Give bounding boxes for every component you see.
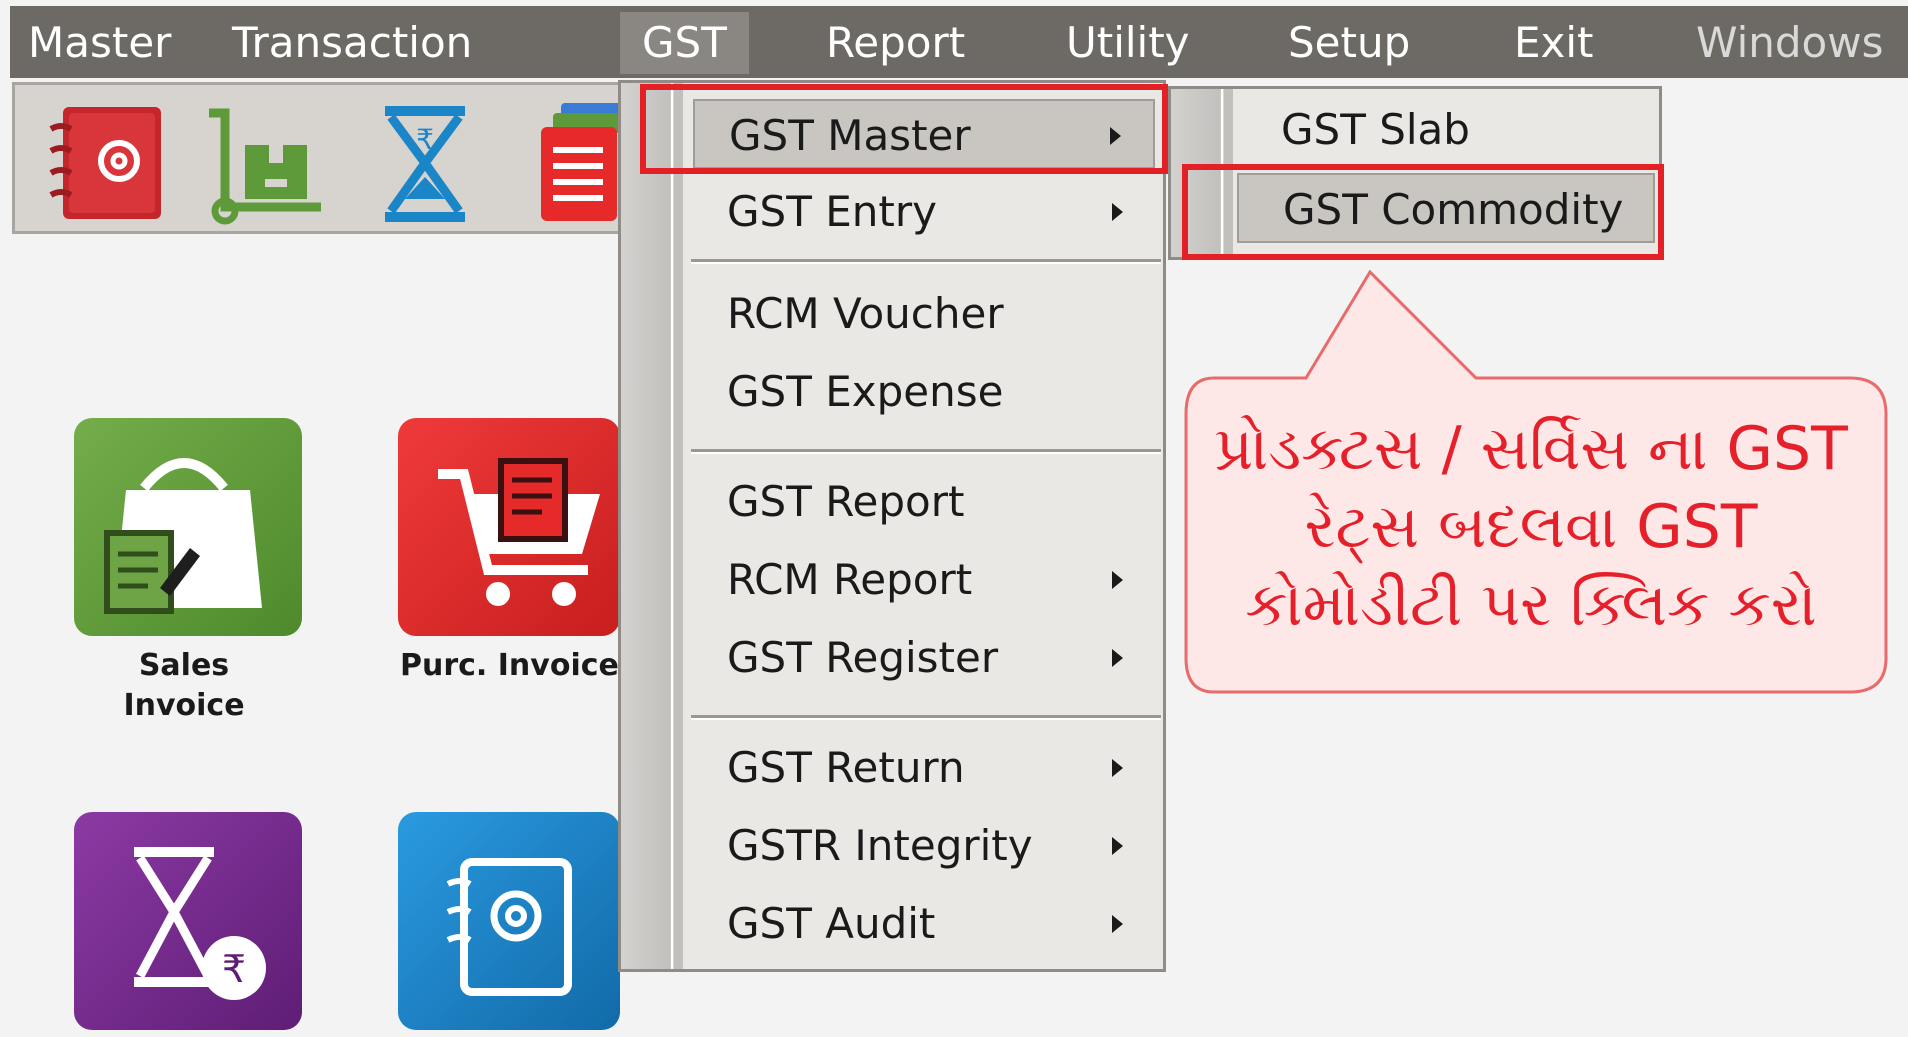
- menu-gutter: [621, 83, 683, 969]
- menu-separator: [691, 715, 1161, 720]
- menu-item-gst-expense[interactable]: GST Expense: [693, 357, 1155, 427]
- hourglass-rupee-icon[interactable]: ₹: [361, 99, 489, 227]
- menu-item-rcm-report[interactable]: RCM Report: [693, 545, 1155, 615]
- submenu-arrow-icon: [1112, 759, 1123, 777]
- callout-text: પ્રોડક્ટસ / સર્વિસ ના GST રેટ્સ બદલવા GS…: [1214, 414, 1848, 640]
- submenu-arrow-icon: [1112, 571, 1123, 589]
- address-book-tile-icon: [446, 858, 572, 996]
- address-book-icon[interactable]: [41, 99, 169, 227]
- purchase-invoice-tile[interactable]: [398, 418, 620, 636]
- hand-truck-icon[interactable]: [201, 99, 329, 227]
- menu-separator: [691, 449, 1161, 454]
- sales-invoice-tile[interactable]: [74, 418, 302, 636]
- shopping-bag-icon: [104, 458, 262, 614]
- highlight-gst-master: [640, 84, 1168, 174]
- menu-item-gst-register[interactable]: GST Register: [693, 623, 1155, 693]
- menu-item-gst-audit[interactable]: GST Audit: [693, 889, 1155, 959]
- submenu-arrow-icon: [1112, 203, 1123, 221]
- gst-dropdown-menu: GST Master GST Entry RCM Voucher GST Exp…: [618, 80, 1166, 972]
- menu-item-gst-slab[interactable]: GST Slab: [1237, 95, 1655, 165]
- svg-text:₹: ₹: [222, 947, 246, 991]
- sales-invoice-label: Sales Invoice: [123, 648, 245, 723]
- menu-transaction[interactable]: Transaction: [232, 12, 472, 74]
- menu-windows[interactable]: Windows: [1696, 12, 1883, 74]
- menu-master[interactable]: Master: [28, 12, 171, 74]
- menu-bar: Master Transaction GST Report Utility Se…: [10, 6, 1908, 78]
- menu-utility[interactable]: Utility: [1066, 12, 1190, 74]
- toolbar: ₹: [12, 82, 652, 234]
- submenu-arrow-icon: [1112, 915, 1123, 933]
- shopping-cart-icon: [438, 458, 600, 606]
- menu-report[interactable]: Report: [826, 12, 965, 74]
- svg-text:₹: ₹: [416, 123, 434, 156]
- hourglass-rupee-tile-icon: ₹: [134, 847, 266, 1000]
- menu-item-gst-report[interactable]: GST Report: [693, 467, 1155, 537]
- highlight-gst-commodity: [1182, 164, 1664, 260]
- submenu-arrow-icon: [1112, 837, 1123, 855]
- submenu-arrow-icon: [1112, 649, 1123, 667]
- menu-separator: [691, 259, 1161, 264]
- menu-item-gstr-integrity[interactable]: GSTR Integrity: [693, 811, 1155, 881]
- address-book-tile[interactable]: [398, 812, 620, 1030]
- menu-item-gst-return[interactable]: GST Return: [693, 733, 1155, 803]
- menu-exit[interactable]: Exit: [1514, 12, 1594, 74]
- hourglass-rupee-tile[interactable]: ₹: [74, 812, 302, 1030]
- menu-setup[interactable]: Setup: [1288, 12, 1410, 74]
- menu-item-gst-entry[interactable]: GST Entry: [693, 177, 1155, 247]
- menu-gst[interactable]: GST: [620, 12, 749, 74]
- menu-item-rcm-voucher[interactable]: RCM Voucher: [693, 279, 1155, 349]
